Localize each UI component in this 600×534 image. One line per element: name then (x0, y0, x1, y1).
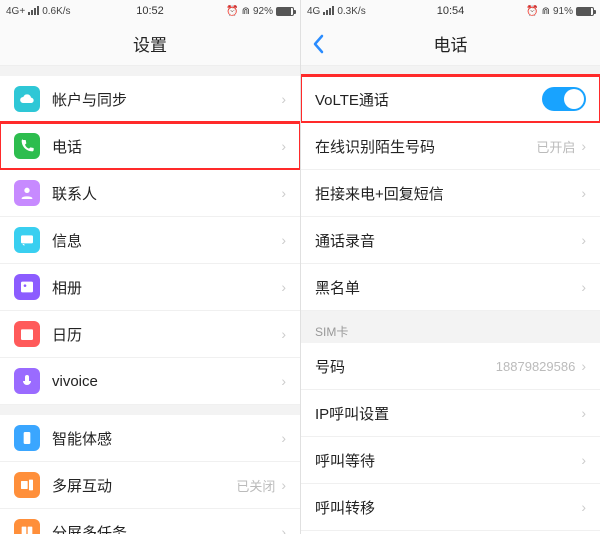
settings-list[interactable]: 帐户与同步›电话›联系人›信息›相册›日历›vivoice›智能体感›多屏互动已… (0, 66, 300, 534)
wifi-icon: ⋒ (542, 6, 550, 17)
row-label: 联系人 (52, 183, 281, 204)
toggle-switch[interactable] (542, 87, 586, 111)
chevron-right-icon: › (581, 279, 586, 295)
signal-icon (323, 7, 334, 15)
chevron-right-icon: › (281, 477, 286, 493)
list-item[interactable]: VoLTE通话 (301, 76, 600, 123)
row-label: 智能体感 (52, 428, 281, 449)
alarm-icon: ⏰ (526, 6, 538, 17)
chevron-right-icon: › (581, 452, 586, 468)
list-item[interactable]: 日历› (0, 311, 300, 358)
list-item[interactable]: 通话录音› (301, 217, 600, 264)
cloud-icon (14, 86, 40, 112)
list-item[interactable]: 多屏互动已关闭 › (0, 462, 300, 509)
status-bar: 4G 0.3K/s 10:54 ⏰ ⋒ 91% (301, 0, 600, 22)
chevron-right-icon: › (281, 373, 286, 389)
chevron-right-icon: › (281, 91, 286, 107)
settings-screen: 4G+ 0.6K/s 10:52 ⏰ ⋒ 92% 设置 帐户与同步›电话›联系人… (0, 0, 300, 534)
chevron-right-icon: › (281, 138, 286, 154)
multi-icon (14, 472, 40, 498)
list-item[interactable]: 号码18879829586 › (301, 343, 600, 390)
list-item[interactable]: IP呼叫设置› (301, 390, 600, 437)
battery-pct: 92% (253, 6, 273, 17)
row-label: 黑名单 (315, 277, 581, 298)
list-item[interactable]: 相册› (0, 264, 300, 311)
row-label: 帐户与同步 (52, 89, 281, 110)
list-item[interactable]: 信息› (0, 217, 300, 264)
row-label: 多屏互动 (52, 475, 236, 496)
wifi-icon: ⋒ (242, 6, 250, 17)
row-label: 拒接来电+回复短信 (315, 183, 581, 204)
phone-icon (14, 133, 40, 159)
split-icon (14, 519, 40, 534)
voice-icon (14, 368, 40, 394)
list-item[interactable]: 电话› (0, 123, 300, 170)
back-button[interactable] (311, 22, 325, 65)
net-speed: 0.3K/s (337, 6, 365, 17)
row-label: 呼叫转移 (315, 497, 581, 518)
row-value: 18879829586 (496, 359, 576, 374)
list-item[interactable]: 黑名单› (301, 264, 600, 311)
contacts-icon (14, 180, 40, 206)
list-item[interactable]: 呼叫转移› (301, 484, 600, 531)
chevron-right-icon: › (281, 524, 286, 534)
chevron-right-icon: › (581, 499, 586, 515)
battery-pct: 91% (553, 6, 573, 17)
chevron-right-icon: › (581, 138, 586, 154)
phone-settings-screen: 4G 0.3K/s 10:54 ⏰ ⋒ 91% 电话 VoLTE通话在线识别陌生… (300, 0, 600, 534)
status-bar: 4G+ 0.6K/s 10:52 ⏰ ⋒ 92% (0, 0, 300, 22)
network-type: 4G (307, 6, 320, 17)
chevron-right-icon: › (581, 358, 586, 374)
battery-icon (576, 7, 594, 16)
chevron-right-icon: › (281, 326, 286, 342)
row-label: 号码 (315, 356, 496, 377)
smart-icon (14, 425, 40, 451)
list-item[interactable]: 智能体感› (0, 415, 300, 462)
list-item[interactable]: 拒接来电+回复短信› (301, 170, 600, 217)
chevron-right-icon: › (281, 430, 286, 446)
section-header: SIM卡 (301, 311, 600, 343)
page-title: 电话 (434, 31, 468, 56)
list-item[interactable]: 分屏多任务› (0, 509, 300, 534)
row-label: 信息 (52, 230, 281, 251)
chevron-right-icon: › (281, 279, 286, 295)
row-label: vivoice (52, 373, 281, 390)
list-item[interactable]: 联系人› (0, 170, 300, 217)
row-label: IP呼叫设置 (315, 403, 581, 424)
album-icon (14, 274, 40, 300)
row-label: VoLTE通话 (315, 89, 542, 110)
list-item[interactable]: vivoice› (0, 358, 300, 405)
chevron-right-icon: › (581, 185, 586, 201)
chevron-right-icon: › (281, 185, 286, 201)
row-value: 已开启 (536, 137, 575, 156)
chevron-right-icon: › (581, 232, 586, 248)
navbar: 设置 (0, 22, 300, 66)
list-item[interactable]: 帐户与同步› (0, 76, 300, 123)
network-type: 4G+ (6, 6, 25, 17)
row-label: 相册 (52, 277, 281, 298)
chevron-right-icon: › (281, 232, 286, 248)
alarm-icon: ⏰ (226, 6, 238, 17)
list-item[interactable]: 呼叫等待› (301, 437, 600, 484)
net-speed: 0.6K/s (42, 6, 70, 17)
phone-settings-list[interactable]: VoLTE通话在线识别陌生号码已开启›拒接来电+回复短信›通话录音›黑名单›SI… (301, 66, 600, 534)
signal-icon (28, 7, 39, 15)
row-label: 分屏多任务 (52, 522, 281, 534)
cal-icon (14, 321, 40, 347)
msg-icon (14, 227, 40, 253)
navbar: 电话 (301, 22, 600, 66)
row-label: 日历 (52, 324, 281, 345)
row-value: 已关闭 (236, 476, 275, 495)
row-label: 在线识别陌生号码 (315, 136, 536, 157)
list-item[interactable]: 在线识别陌生号码已开启 › (301, 123, 600, 170)
page-title: 设置 (133, 31, 167, 56)
row-label: 通话录音 (315, 230, 581, 251)
battery-icon (276, 7, 294, 16)
chevron-right-icon: › (581, 405, 586, 421)
row-label: 呼叫等待 (315, 450, 581, 471)
row-label: 电话 (52, 136, 281, 157)
